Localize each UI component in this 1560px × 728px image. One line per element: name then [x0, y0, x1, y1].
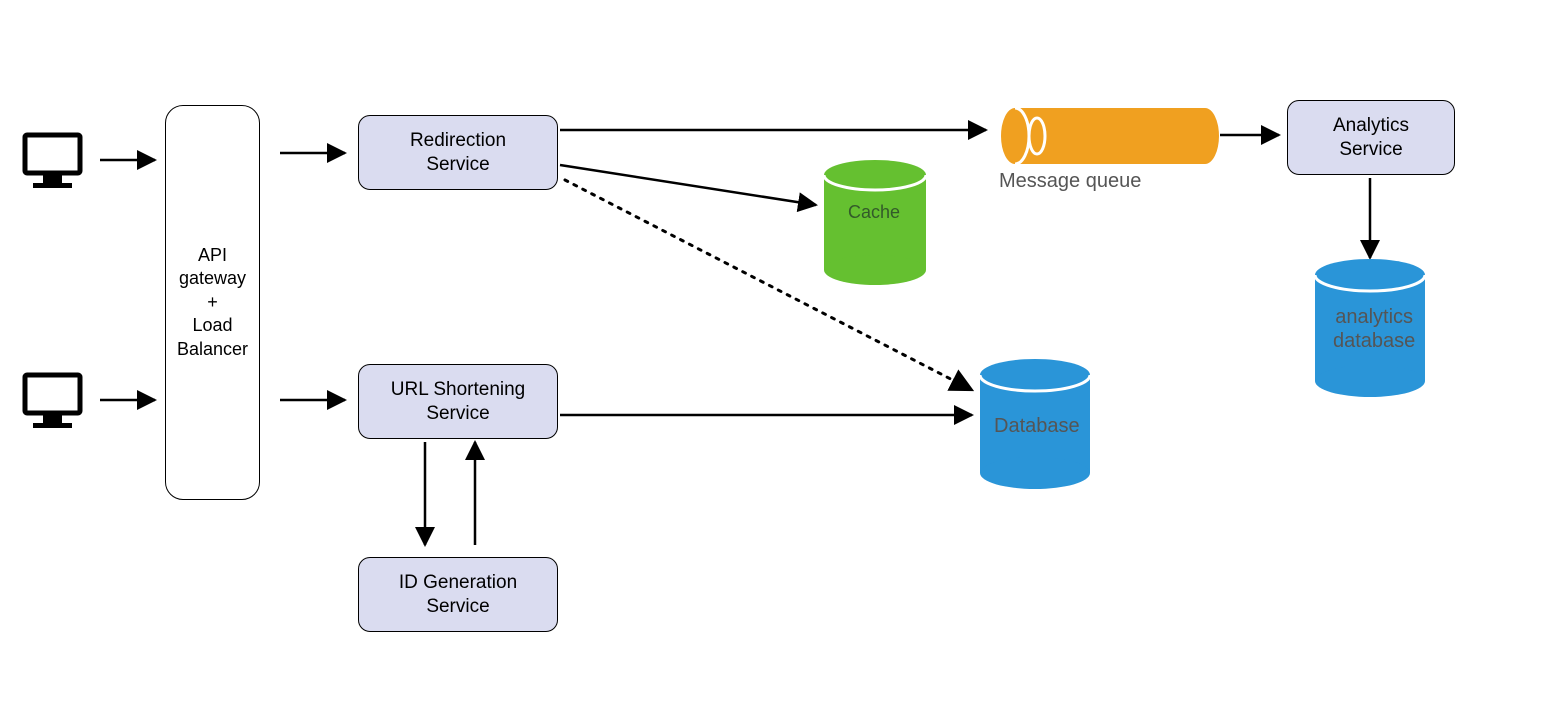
url-shortening-service-box: URL Shortening Service	[358, 364, 558, 439]
client-icon-2	[25, 375, 80, 428]
id-generation-service-box: ID Generation Service	[358, 557, 558, 632]
client-icon-1	[25, 135, 80, 188]
database-label: Database	[994, 415, 1080, 438]
redirection-service-box: Redirection Service	[358, 115, 558, 190]
analytics-db-label: analytics database	[1333, 305, 1415, 353]
analytics-service-box: Analytics Service	[1287, 100, 1455, 175]
message-queue-label: Message queue	[999, 170, 1141, 193]
message-queue-shape	[1001, 108, 1219, 164]
api-gateway-box: API gateway + Load Balancer	[165, 105, 260, 500]
cache-label: Cache	[848, 202, 900, 223]
